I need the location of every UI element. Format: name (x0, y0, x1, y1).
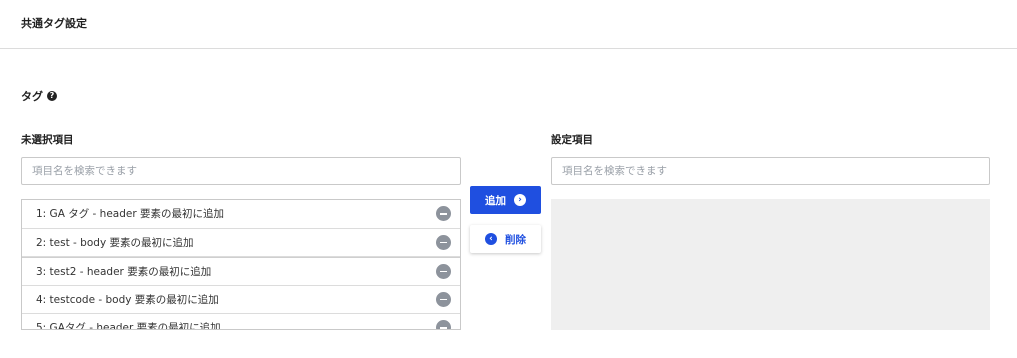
selected-search-input[interactable] (551, 157, 990, 185)
chevron-right-circle-icon: › (514, 194, 526, 206)
minus-circle-icon[interactable] (436, 234, 451, 250)
list-item[interactable]: 4: testcode - body 要素の最初に追加 (22, 286, 460, 314)
unselected-items-list: 1: GA タグ - header 要素の最初に追加 2: test - bod… (21, 199, 461, 330)
page-header: 共通タグ設定 (0, 0, 1017, 49)
list-item[interactable]: 1: GA タグ - header 要素の最初に追加 (22, 200, 460, 229)
remove-button[interactable]: ‹ 削除 (470, 225, 541, 253)
minus-circle-icon[interactable] (436, 206, 451, 222)
list-item[interactable]: 5: GAタグ - header 要素の最初に追加 (22, 314, 460, 330)
chevron-left-circle-icon: ‹ (485, 233, 497, 245)
list-item[interactable]: 2: test - body 要素の最初に追加 (22, 229, 460, 257)
add-button[interactable]: 追加 › (470, 186, 541, 214)
unselected-items-label: 未選択項目 (21, 134, 74, 146)
list-item-label: 5: GAタグ - header 要素の最初に追加 (36, 322, 221, 330)
add-button-label: 追加 (485, 194, 506, 207)
list-item-label: 4: testcode - body 要素の最初に追加 (36, 293, 219, 306)
page-title: 共通タグ設定 (21, 17, 87, 30)
unselected-search-input[interactable] (21, 157, 461, 185)
minus-circle-icon[interactable] (436, 291, 451, 307)
minus-circle-icon[interactable] (436, 320, 451, 329)
question-circle-icon[interactable]: ? (47, 91, 57, 101)
list-item[interactable]: 3: test2 - header 要素の最初に追加 (22, 257, 460, 286)
selected-items-label: 設定項目 (551, 134, 593, 146)
tag-section-label: タグ ? (21, 88, 57, 104)
tag-label: タグ (21, 90, 43, 103)
minus-circle-icon[interactable] (436, 263, 451, 279)
list-item-label: 1: GA タグ - header 要素の最初に追加 (36, 208, 225, 221)
remove-button-label: 削除 (505, 233, 526, 246)
list-item-label: 3: test2 - header 要素の最初に追加 (36, 265, 212, 278)
list-item-label: 2: test - body 要素の最初に追加 (36, 236, 194, 249)
selected-items-list (551, 199, 990, 330)
